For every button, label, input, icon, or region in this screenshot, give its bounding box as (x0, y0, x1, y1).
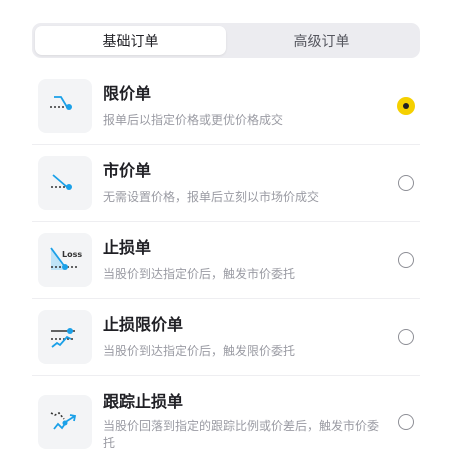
order-option-stop-loss[interactable]: Loss 止损单 当股价到达指定价后，触发市价委托 (32, 222, 420, 299)
order-option-stop-limit[interactable]: 止损限价单 当股价到达指定价后，触发限价委托 (32, 299, 420, 376)
order-option-market[interactable]: 市价单 无需设置价格，报单后立刻以市场价成交 (32, 145, 420, 222)
order-title: 限价单 (103, 83, 152, 103)
order-type-tabs: 基础订单 高级订单 (32, 23, 420, 58)
tab-advanced-orders[interactable]: 高级订单 (226, 26, 417, 55)
limit-order-icon (38, 79, 92, 133)
market-order-icon (38, 156, 92, 210)
order-title: 止损单 (103, 237, 152, 257)
radio-unselected[interactable] (398, 175, 414, 191)
radio-unselected[interactable] (398, 252, 414, 268)
order-title: 止损限价单 (103, 314, 184, 334)
tab-basic-orders[interactable]: 基础订单 (35, 26, 226, 55)
stop-limit-icon (38, 310, 92, 364)
radio-selected[interactable] (397, 97, 415, 115)
order-option-limit[interactable]: 限价单 报单后以指定价格或更优价格成交 (32, 68, 420, 145)
order-description: 当股价到达指定价后，触发市价委托 (103, 266, 296, 281)
trailing-stop-icon (38, 395, 92, 449)
order-description: 报单后以指定价格或更优价格成交 (103, 112, 284, 127)
order-title: 市价单 (103, 160, 152, 180)
order-description: 当股价到达指定价后，触发限价委托 (103, 343, 296, 358)
order-title: 跟踪止损单 (103, 392, 184, 411)
order-option-trailing-stop[interactable]: 跟踪止损单 当股价回落到指定的跟踪比例或价差后，触发市价委托 (32, 376, 420, 468)
order-description: 无需设置价格，报单后立刻以市场价成交 (103, 189, 320, 204)
loss-label: Loss (62, 250, 82, 259)
radio-unselected[interactable] (398, 414, 414, 430)
radio-unselected[interactable] (398, 329, 414, 345)
order-description: 当股价回落到指定的跟踪比例或价差后，触发市价委托 (103, 419, 380, 450)
stop-loss-icon: Loss (38, 233, 92, 287)
